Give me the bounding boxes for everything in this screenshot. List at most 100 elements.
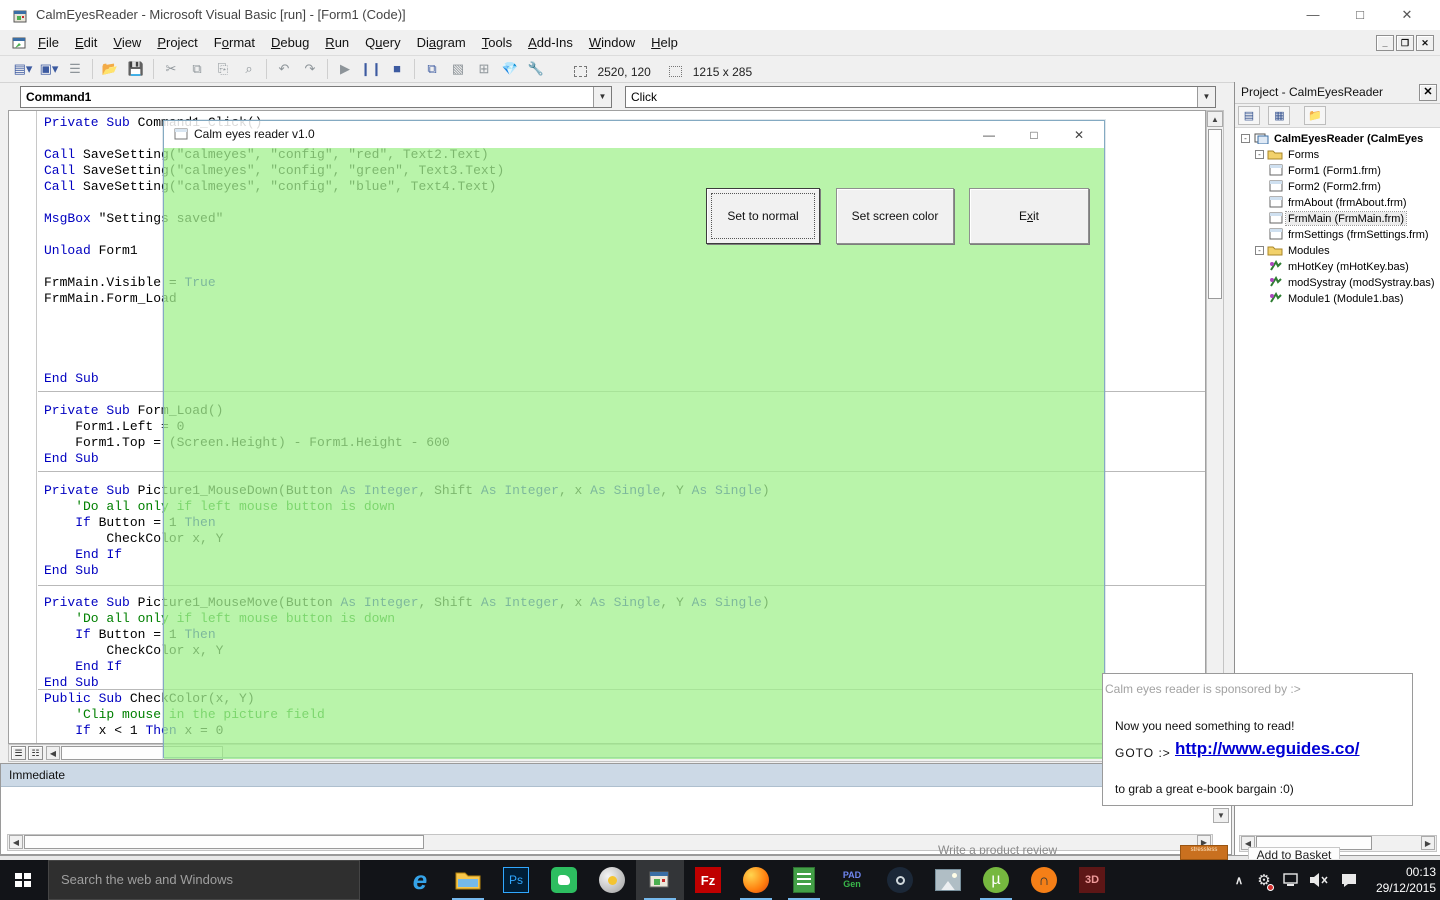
- form-close-button[interactable]: ✕: [1064, 125, 1094, 145]
- code-vertical-scrollbar[interactable]: ▲ ▼: [1206, 110, 1224, 744]
- taskbar-firefox-icon[interactable]: [732, 860, 780, 900]
- taskbar-photos-icon[interactable]: [924, 860, 972, 900]
- close-button[interactable]: ✕: [1384, 0, 1430, 30]
- taskbar-steam-icon[interactable]: [876, 860, 924, 900]
- tree-item-frmmain[interactable]: FrmMain (FrmMain.frm): [1235, 212, 1440, 228]
- collapse-icon[interactable]: -: [1255, 246, 1264, 255]
- save-project-icon[interactable]: 💾: [124, 58, 148, 80]
- menu-file[interactable]: File: [30, 31, 67, 54]
- scrollbar-thumb[interactable]: [1208, 129, 1222, 299]
- tree-item-modsystray[interactable]: modSystray (modSystray.bas): [1235, 276, 1440, 292]
- mdi-close-button[interactable]: ✕: [1416, 35, 1434, 51]
- start-button[interactable]: [0, 860, 48, 900]
- scroll-up-icon[interactable]: ▲: [1207, 111, 1223, 127]
- tray-updates-icon[interactable]: ⚙: [1252, 860, 1276, 900]
- tree-item-form2[interactable]: Form2 (Form2.frm): [1235, 180, 1440, 196]
- menu-addins[interactable]: Add-Ins: [520, 31, 581, 54]
- form-titlebar[interactable]: Calm eyes reader v1.0 — □ ✕: [164, 121, 1104, 148]
- full-view-icon[interactable]: ☰: [11, 746, 26, 760]
- paste-icon[interactable]: ⎘: [211, 58, 235, 80]
- mdi-restore-button[interactable]: ❐: [1396, 35, 1414, 51]
- menu-edit[interactable]: Edit: [67, 31, 105, 54]
- taskbar-clock[interactable]: 00:13 29/12/2015: [1356, 864, 1436, 896]
- chevron-down-icon[interactable]: ▼: [593, 87, 611, 107]
- taskbar-winamp-icon[interactable]: ∩: [1020, 860, 1068, 900]
- form-layout-icon[interactable]: ⊞: [472, 58, 496, 80]
- tree-item-calmeyesreader[interactable]: -CalmEyesReader (CalmEyes: [1235, 132, 1440, 148]
- menu-query[interactable]: Query: [357, 31, 408, 54]
- procedure-view-icon[interactable]: ☷: [28, 746, 43, 760]
- exit-button[interactable]: Exit: [969, 188, 1089, 244]
- chevron-down-icon[interactable]: ▼: [1197, 87, 1215, 107]
- start-icon[interactable]: ▶: [333, 58, 357, 80]
- set-screen-color-button[interactable]: Set screen color: [836, 188, 954, 244]
- add-project-icon[interactable]: ▤▾: [11, 58, 35, 80]
- mdi-minimize-button[interactable]: _: [1376, 35, 1394, 51]
- tree-item-frmsettings[interactable]: frmSettings (frmSettings.frm): [1235, 228, 1440, 244]
- set-to-normal-button[interactable]: Set to normal: [706, 188, 820, 244]
- menu-view[interactable]: View: [105, 31, 149, 54]
- tree-item-frmabout[interactable]: frmAbout (frmAbout.frm): [1235, 196, 1440, 212]
- tray-network-icon[interactable]: [1278, 860, 1304, 900]
- taskbar-threed-icon[interactable]: 3D: [1068, 860, 1116, 900]
- menu-format[interactable]: Format: [206, 31, 263, 54]
- taskbar-edge-icon[interactable]: e: [396, 860, 444, 900]
- object-combobox[interactable]: Command1 ▼: [20, 86, 612, 108]
- taskbar-padgen-icon[interactable]: PADGen: [828, 860, 876, 900]
- toggle-folders-icon[interactable]: 📁: [1304, 106, 1326, 125]
- taskbar-notepad-icon[interactable]: [780, 860, 828, 900]
- add-form-icon[interactable]: ▣▾: [37, 58, 61, 80]
- tree-item-forms[interactable]: -Forms: [1235, 148, 1440, 164]
- menu-help[interactable]: Help: [643, 31, 686, 54]
- collapse-icon[interactable]: -: [1255, 150, 1264, 159]
- tree-item-modules[interactable]: -Modules: [1235, 244, 1440, 260]
- open-project-icon[interactable]: 📂: [98, 58, 122, 80]
- properties-window-icon[interactable]: ▧: [446, 58, 470, 80]
- search-input[interactable]: Search the web and Windows: [48, 860, 360, 900]
- tree-item-mhotkey[interactable]: mHotKey (mHotKey.bas): [1235, 260, 1440, 276]
- menu-diagram[interactable]: Diagram: [409, 31, 474, 54]
- ide-titlebar[interactable]: CalmEyesReader - Microsoft Visual Basic …: [0, 0, 1440, 30]
- end-icon[interactable]: ■: [385, 58, 409, 80]
- copy-icon[interactable]: ⧉: [185, 58, 209, 80]
- menu-run[interactable]: Run: [317, 31, 357, 54]
- collapse-icon[interactable]: -: [1241, 134, 1250, 143]
- immediate-title[interactable]: Immediate: [1, 764, 1231, 787]
- tree-item-form1[interactable]: Form1 (Form1.frm): [1235, 164, 1440, 180]
- taskbar-utorrent-icon[interactable]: µ: [972, 860, 1020, 900]
- toolbox-icon[interactable]: 🔧: [524, 58, 548, 80]
- taskbar-vb-app-icon[interactable]: [636, 860, 684, 900]
- object-browser-icon[interactable]: 💎: [498, 58, 522, 80]
- tray-volume-muted-icon[interactable]: [1306, 860, 1332, 900]
- form-minimize-button[interactable]: —: [974, 125, 1004, 145]
- taskbar-filezilla-icon[interactable]: Fz: [684, 860, 732, 900]
- menu-window[interactable]: Window: [581, 31, 643, 54]
- taskbar-photoshop-icon[interactable]: Ps: [492, 860, 540, 900]
- scroll-down-icon[interactable]: ▼: [1213, 808, 1229, 823]
- menu-editor-icon[interactable]: ☰: [63, 58, 87, 80]
- menu-project[interactable]: Project: [149, 31, 205, 54]
- eguides-link[interactable]: http://www.eguides.co/: [1175, 739, 1360, 759]
- minimize-button[interactable]: —: [1290, 0, 1336, 30]
- menu-tools[interactable]: Tools: [474, 31, 520, 54]
- scroll-left-icon[interactable]: ◀: [46, 746, 60, 760]
- project-explorer-title[interactable]: Project - CalmEyesReader: [1235, 82, 1440, 104]
- procedure-combobox[interactable]: Click ▼: [625, 86, 1216, 108]
- tree-item-module1[interactable]: Module1 (Module1.bas): [1235, 292, 1440, 308]
- menu-debug[interactable]: Debug: [263, 31, 317, 54]
- redo-icon[interactable]: ↷: [298, 58, 322, 80]
- maximize-button[interactable]: □: [1337, 0, 1383, 30]
- taskbar-imgburn-icon[interactable]: [588, 860, 636, 900]
- undo-icon[interactable]: ↶: [272, 58, 296, 80]
- form-maximize-button[interactable]: □: [1019, 125, 1049, 145]
- cut-icon[interactable]: ✂: [159, 58, 183, 80]
- taskbar-explorer-icon[interactable]: [444, 860, 492, 900]
- break-icon[interactable]: ❙❙: [359, 58, 383, 80]
- view-object-icon[interactable]: ▦: [1268, 106, 1290, 125]
- view-code-icon[interactable]: ▤: [1238, 106, 1260, 125]
- close-icon[interactable]: ✕: [1419, 84, 1437, 101]
- tray-chevron-up-icon[interactable]: ∧: [1228, 860, 1250, 900]
- taskbar-evernote-icon[interactable]: [540, 860, 588, 900]
- find-icon[interactable]: ⌕: [237, 58, 261, 80]
- project-explorer-icon[interactable]: ⧉: [420, 58, 444, 80]
